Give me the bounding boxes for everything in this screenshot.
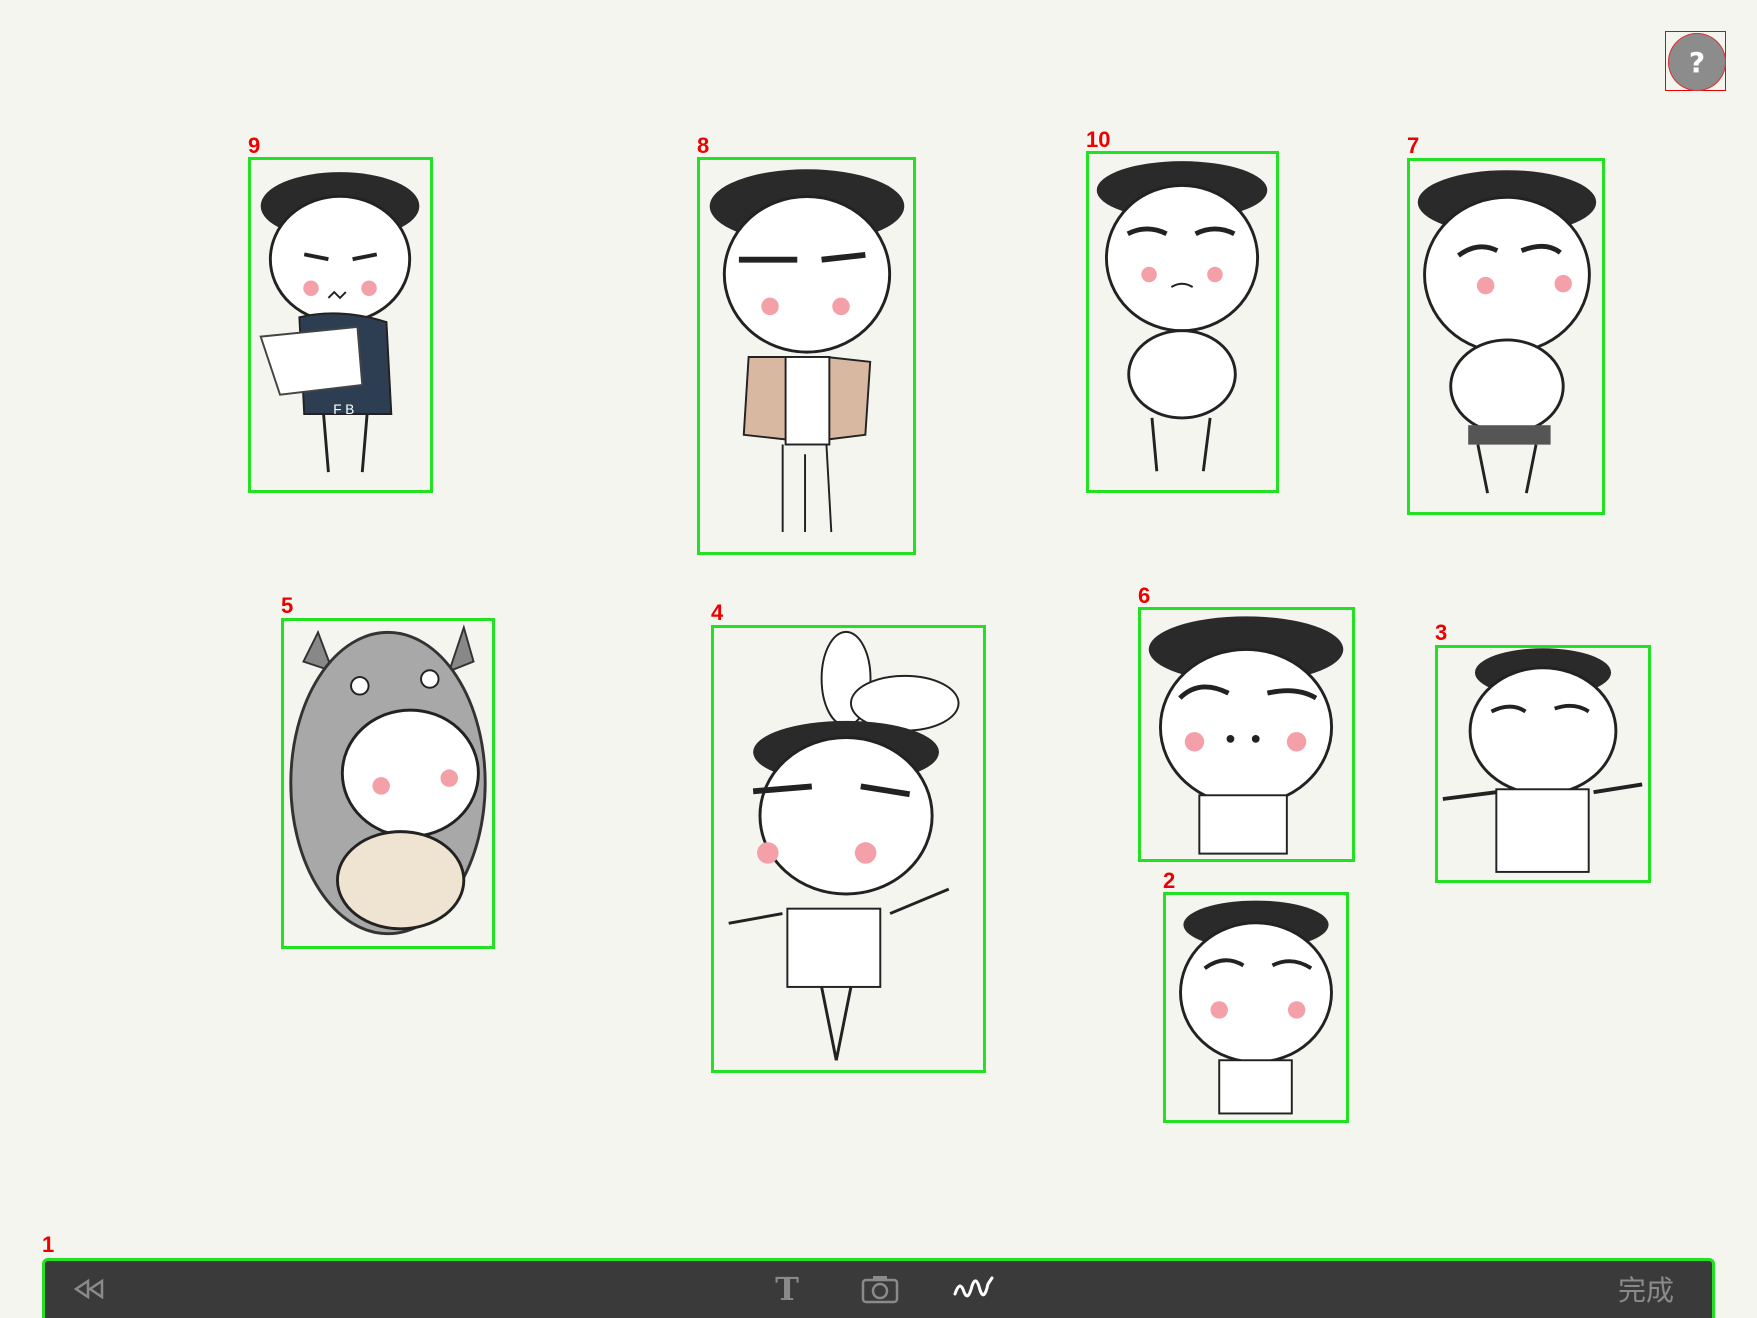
- small-boy-drawing: [1179, 900, 1333, 1115]
- sticker-tag-9: 9: [248, 133, 261, 158]
- worried-boy-drawing: [1096, 161, 1268, 472]
- sticker-tag-5: 5: [281, 593, 294, 618]
- sticker-bunny-ballerina[interactable]: [711, 625, 986, 1073]
- sticker-tag-6: 6: [1138, 583, 1151, 608]
- sticker-shy-boy[interactable]: [1138, 607, 1355, 862]
- svg-text:F B: F B: [333, 402, 354, 417]
- sticker-totoro-costume[interactable]: [281, 618, 495, 949]
- sticker-small-boy[interactable]: [1163, 892, 1349, 1123]
- done-button[interactable]: 完成: [1606, 1267, 1686, 1311]
- sticker-tag-10: 10: [1086, 127, 1111, 152]
- shirtless-boy-drawing: [1442, 648, 1643, 873]
- sticker-shirtless-boy[interactable]: [1435, 645, 1651, 883]
- toolbar-tag: 1: [42, 1232, 55, 1257]
- totoro-costume-drawing: [289, 624, 487, 936]
- bottom-toolbar: T 完成: [42, 1258, 1715, 1318]
- shy-boy-drawing: [1148, 616, 1344, 855]
- sticker-worried-boy[interactable]: [1086, 151, 1279, 493]
- sticker-tag-8: 8: [697, 133, 710, 158]
- sticker-cardigan-boy[interactable]: [697, 157, 916, 555]
- text-tool-button[interactable]: T: [767, 1267, 807, 1311]
- sticker-tag-2: 2: [1163, 868, 1176, 893]
- thinking-boy-drawing: [1417, 170, 1597, 494]
- sticker-tag-4: 4: [711, 600, 724, 625]
- sticker-laptop-boy[interactable]: F B: [248, 157, 433, 493]
- sticker-tag-7: 7: [1407, 133, 1420, 158]
- bunny-ballerina-drawing: [728, 630, 960, 1061]
- text-tool-label: T: [775, 1270, 799, 1308]
- sticker-thinking-boy[interactable]: [1407, 158, 1605, 515]
- scribble-icon[interactable]: [949, 1267, 999, 1311]
- laptop-boy-drawing: F B: [259, 172, 420, 473]
- sticker-tag-3: 3: [1435, 620, 1448, 645]
- help-button[interactable]: ?: [1668, 33, 1726, 91]
- camera-icon[interactable]: [857, 1267, 903, 1311]
- cardigan-boy-drawing: [709, 169, 905, 533]
- rewind-icon[interactable]: [69, 1267, 109, 1311]
